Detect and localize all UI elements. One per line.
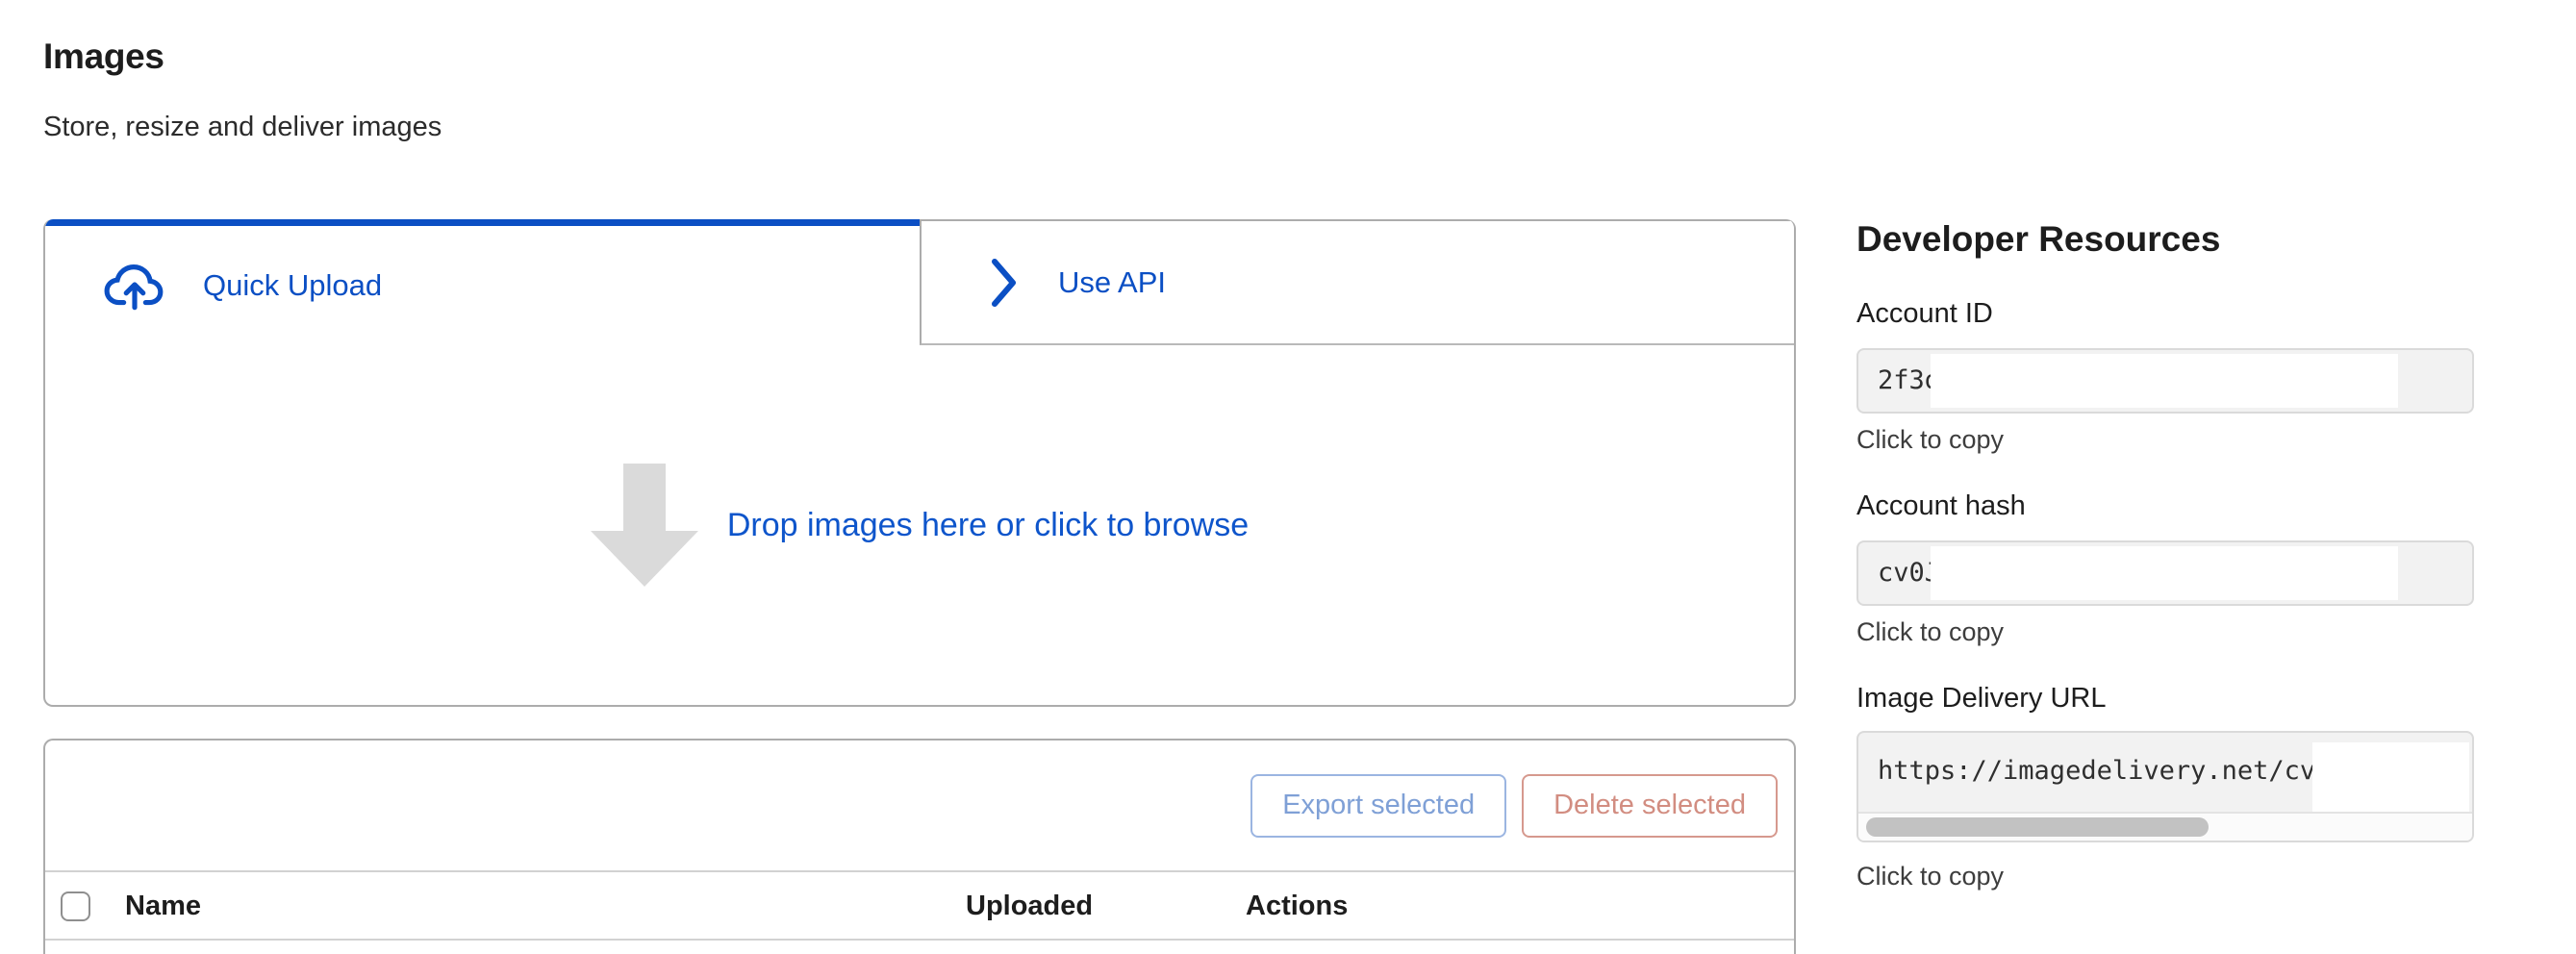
arrow-down-icon [591,464,698,587]
delete-selected-button[interactable]: Delete selected [1522,774,1778,838]
image-delivery-url-field[interactable]: https://imagedelivery.net/cv0JSj [1856,731,2474,842]
account-hash-label: Account hash [1856,490,2026,522]
export-selected-button[interactable]: Export selected [1250,774,1506,838]
page-title: Images [43,37,164,77]
image-delivery-url-label: Image Delivery URL [1856,683,2106,715]
image-delivery-url-value: https://imagedelivery.net/cv0JSj [1878,733,2378,810]
cloud-upload-icon [103,260,166,312]
account-hash-copy-hint[interactable]: Click to copy [1856,617,2004,647]
column-header-uploaded: Uploaded [966,872,1093,941]
select-all-checkbox[interactable] [61,891,90,921]
redaction-overlay [2312,742,2469,816]
tab-use-api-label: Use API [1058,265,1166,300]
images-page: Images Store, resize and deliver images … [0,0,2576,954]
horizontal-scrollbar-track [1858,812,2472,841]
account-id-copy-hint[interactable]: Click to copy [1856,425,2004,455]
redaction-overlay [1931,354,2398,408]
chevron-right-icon [991,258,1018,308]
redaction-overlay [1931,546,2398,600]
page-subtitle: Store, resize and deliver images [43,112,442,143]
dropzone-label: Drop images here or click to browse [727,507,1249,544]
account-hash-field[interactable]: cv0J [1856,540,2474,606]
horizontal-scrollbar-thumb[interactable] [1866,817,2209,837]
images-table-panel: Export selected Delete selected Name Upl… [43,739,1796,954]
tab-quick-upload[interactable]: Quick Upload [45,219,920,345]
dropzone[interactable]: Drop images here or click to browse [45,345,1794,705]
table-header-row: Name Uploaded Actions [45,872,1794,941]
developer-resources-panel: Developer Resources Account ID 2f3d Clic… [1856,0,2474,954]
account-id-label: Account ID [1856,298,1993,330]
image-delivery-url-copy-hint[interactable]: Click to copy [1856,862,2004,891]
table-toolbar: Export selected Delete selected [45,741,1794,872]
account-id-field[interactable]: 2f3d [1856,348,2474,414]
column-header-actions: Actions [1246,872,1348,941]
upload-tabs: Quick Upload Use API [45,219,1794,345]
tab-quick-upload-label: Quick Upload [203,268,382,303]
upload-panel: Quick Upload Use API Drop images here or… [43,219,1796,707]
column-header-name: Name [125,872,201,941]
tab-use-api[interactable]: Use API [920,219,1794,345]
developer-resources-title: Developer Resources [1856,219,2220,260]
